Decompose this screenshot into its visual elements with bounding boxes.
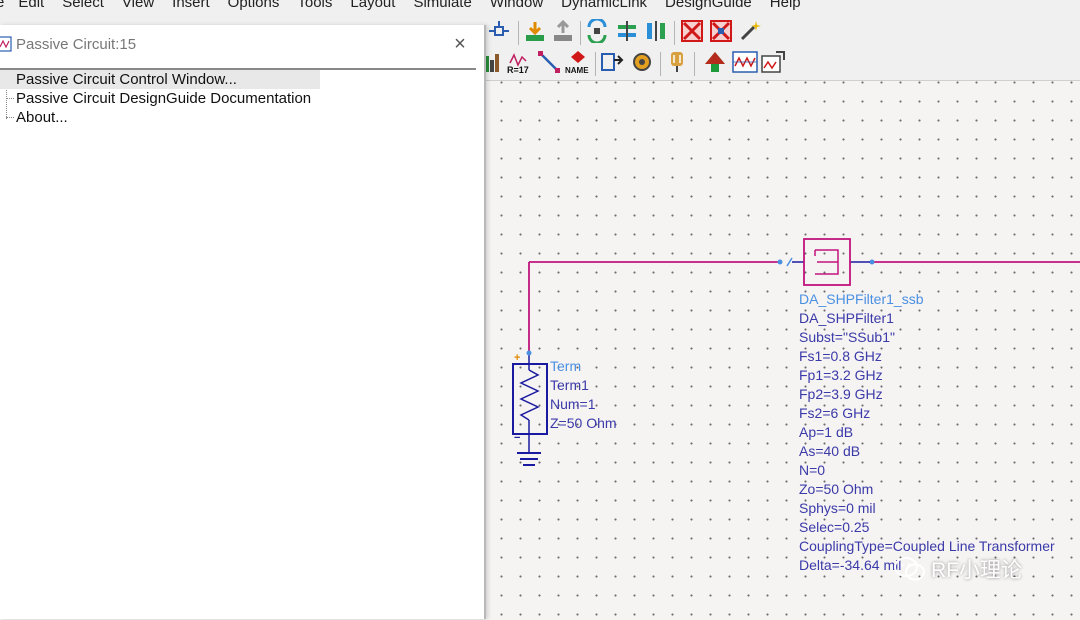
simulate-icon[interactable] (702, 49, 728, 75)
filter-fs1: Fs1=0.8 GHz (799, 348, 882, 364)
term-minus-sign: − (514, 432, 520, 444)
menu-edit[interactable]: Edit (18, 0, 44, 11)
menu-view[interactable]: View (122, 0, 154, 11)
menu-simulate[interactable]: Simulate (413, 0, 471, 11)
menu-designguide[interactable]: DesignGuide (665, 0, 752, 11)
filter-sphys: Sphys=0 mil (799, 500, 876, 516)
dialog-title: Passive Circuit:15 (16, 35, 137, 53)
filter-component[interactable] (803, 238, 851, 286)
tree-item-about[interactable]: About... (0, 108, 476, 127)
variable-equation-icon[interactable]: R=17 (506, 49, 532, 75)
designguide-menu-tree: Passive Circuit Control Window... Passiv… (0, 70, 476, 127)
dialog-app-icon (0, 36, 12, 52)
filter-zo: Zo=50 Ohm (799, 481, 874, 497)
wechat-icon (893, 556, 927, 582)
watermark: RF小理论 (893, 554, 1022, 584)
watermark-text: RF小理论 (931, 559, 1022, 582)
name-label: NAME (565, 66, 589, 75)
pin-marker (786, 257, 793, 267)
menu-dynamiclink[interactable]: DynamicLink (561, 0, 647, 11)
term-num: Num=1 (550, 396, 596, 412)
filter-as: As=40 dB (799, 443, 861, 459)
mirror-icon[interactable] (643, 18, 669, 44)
annotate-icon[interactable] (761, 49, 787, 75)
pin-icon[interactable] (486, 18, 512, 44)
menu-file[interactable]: e (0, 0, 4, 11)
term-impedance: Z=50 Ohm (550, 415, 617, 431)
filter-pin-1[interactable] (777, 259, 783, 265)
magic-wand-icon[interactable] (737, 18, 763, 44)
menu-help[interactable]: Help (770, 0, 801, 11)
filter-selec: Selec=0.25 (799, 519, 870, 535)
tuning-icon[interactable] (664, 49, 690, 75)
menu-insert[interactable]: Insert (172, 0, 210, 11)
menu-select[interactable]: Select (62, 0, 104, 11)
wire-label-icon[interactable]: NAME (565, 49, 591, 75)
toolbar-row-1 (486, 18, 1080, 48)
filter-n: N=0 (799, 462, 826, 478)
term-instance: Term1 (550, 377, 589, 393)
data-display-icon[interactable] (732, 49, 758, 75)
filter-subst: Subst="SSub1" (799, 329, 895, 345)
align-icon[interactable] (614, 18, 640, 44)
filter-fp2: Fp2=3.9 GHz (799, 386, 883, 402)
term-properties: Term Term1 Num=1 Z=50 Ohm (550, 357, 617, 433)
menu-window[interactable]: Window (490, 0, 543, 11)
toolbar-row-2: R=17 NAME (485, 49, 1080, 79)
filter-properties: DA_SHPFilter1_ssb DA_SHPFilter1 Subst="S… (799, 290, 1055, 575)
pop-out-hierarchy-icon[interactable] (550, 18, 576, 44)
filter-fp1: Fp1=3.2 GHz (799, 367, 883, 383)
menu-layout[interactable]: Layout (350, 0, 395, 11)
short-icon[interactable] (708, 18, 734, 44)
push-into-hierarchy-icon[interactable] (522, 18, 548, 44)
filter-instance-name: DA_SHPFilter1 (799, 310, 894, 326)
menu-options[interactable]: Options (228, 0, 280, 11)
term-name: Term (550, 358, 582, 374)
r17-label: R=17 (507, 65, 529, 75)
passive-circuit-dialog: Passive Circuit:15 × Passive Circuit Con… (0, 25, 486, 619)
dialog-titlebar[interactable]: Passive Circuit:15 (0, 25, 484, 63)
deactivate-icon[interactable] (679, 18, 705, 44)
filter-fs2: Fs2=6 GHz (799, 405, 871, 421)
insert-pin-icon[interactable] (599, 49, 625, 75)
tree-item-documentation[interactable]: Passive Circuit DesignGuide Documentatio… (0, 89, 476, 108)
swap-icon[interactable] (584, 18, 610, 44)
tree-item-control-window[interactable]: Passive Circuit Control Window... (0, 70, 320, 89)
filter-model-name: DA_SHPFilter1_ssb (799, 291, 924, 307)
filter-pin-2[interactable] (869, 259, 875, 265)
close-icon[interactable]: × (448, 32, 472, 56)
simulation-settings-icon[interactable] (629, 49, 655, 75)
term-plus-sign: + (514, 352, 520, 364)
schematic-canvas[interactable]: + − Term Term1 Num=1 Z=50 Ohm DA_SHPFilt… (486, 80, 1080, 620)
insert-wire-icon[interactable] (536, 49, 562, 75)
menu-bar: e Edit Select View Insert Options Tools … (0, 0, 1080, 12)
menu-tools[interactable]: Tools (297, 0, 332, 11)
filter-ap: Ap=1 dB (799, 424, 854, 440)
term-component[interactable] (512, 350, 548, 466)
